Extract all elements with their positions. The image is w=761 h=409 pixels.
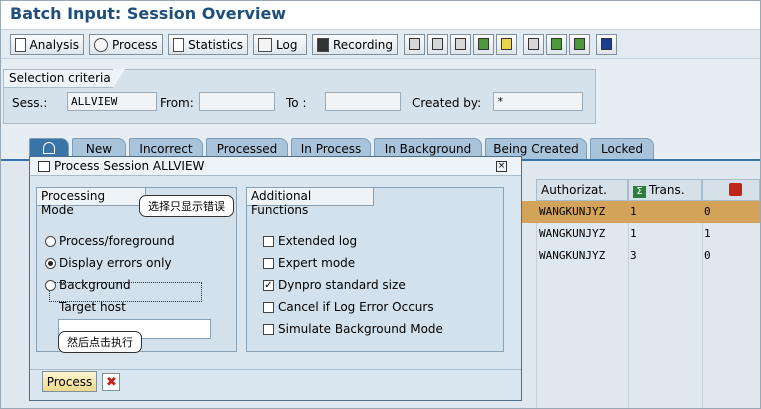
log-icon: [258, 37, 272, 52]
from-field[interactable]: [199, 92, 275, 111]
selection-criteria-header: Selection criteria: [3, 69, 125, 88]
table-row[interactable]: WANGKUNJYZ 3 0: [522, 245, 760, 267]
filter-icon: [501, 38, 512, 50]
import-button[interactable]: [569, 34, 590, 55]
error-icon: [729, 183, 742, 196]
checkbox-simulate-background[interactable]: Simulate Background Mode: [263, 322, 443, 336]
process-button-toolbar[interactable]: Process: [89, 34, 163, 55]
checkbox[interactable]: [263, 301, 274, 313]
checkbox-cancel-if-log-error[interactable]: Cancel if Log Error Occurs: [263, 300, 434, 314]
radio-process-foreground[interactable]: Process/foreground: [45, 234, 175, 248]
print-button[interactable]: [523, 34, 544, 55]
statistics-icon: [173, 37, 185, 52]
radio-button[interactable]: [45, 235, 56, 247]
analysis-button[interactable]: Analysis: [10, 34, 84, 55]
checkbox[interactable]: [263, 323, 274, 335]
from-label: From:: [160, 96, 194, 110]
application-toolbar: Analysis Process Statistics Log Recordin…: [1, 29, 760, 59]
unlock-icon: [455, 38, 466, 50]
radio-button[interactable]: [45, 257, 56, 269]
tab-locked[interactable]: Locked: [590, 138, 654, 160]
to-label: To :: [286, 96, 307, 110]
additional-functions-group: Additional Functions Extended log Expert…: [246, 187, 504, 352]
checkbox-dynpro-standard-size[interactable]: ✓ Dynpro standard size: [263, 278, 406, 292]
checkbox-expert-mode[interactable]: Expert mode: [263, 256, 355, 270]
col-authorizat[interactable]: Authorizat.: [536, 179, 628, 201]
sap-window: Batch Input: Session Overview Analysis P…: [0, 0, 761, 409]
created-by-field[interactable]: *: [493, 92, 583, 111]
dialog-title: Process Session ALLVIEW: [54, 159, 205, 173]
dialog-icon: [38, 161, 50, 172]
callout-click-process: 然后点击执行: [58, 331, 142, 353]
table-row[interactable]: WANGKUNJYZ 1 1: [522, 223, 760, 245]
cancel-icon: ✖: [106, 375, 117, 390]
checkbox-extended-log[interactable]: Extended log: [263, 234, 357, 248]
additional-functions-header: Additional Functions: [246, 187, 374, 217]
page-title: Batch Input: Session Overview: [10, 4, 287, 23]
statistics-button[interactable]: Statistics: [168, 34, 248, 55]
processing-mode-header: Processing Mode: [36, 187, 146, 217]
table-row[interactable]: WANGKUNJYZ 1 0: [522, 201, 760, 223]
lock-button[interactable]: [427, 34, 448, 55]
sess-label: Sess.:: [12, 96, 48, 110]
lock-icon: [432, 38, 443, 50]
info-button[interactable]: [596, 34, 617, 55]
flag-button[interactable]: [473, 34, 494, 55]
all-icon: [43, 142, 55, 154]
selection-criteria-panel: Selection criteria Sess.: ALLVIEW From: …: [3, 69, 596, 124]
import-icon: [574, 38, 585, 50]
created-by-label: Created by:: [412, 96, 482, 110]
recording-button[interactable]: Recording: [312, 34, 398, 55]
callout-select-errors: 选择只显示错误: [139, 195, 234, 217]
radio-display-errors-only[interactable]: Display errors only: [45, 256, 172, 270]
filter-button[interactable]: [496, 34, 517, 55]
target-host-label: Target host: [59, 300, 126, 314]
title-bar: Batch Input: Session Overview: [1, 1, 760, 29]
export-icon: [551, 38, 562, 50]
flag-icon: [478, 38, 489, 50]
dialog-title-bar: Process Session ALLVIEW ×: [30, 157, 521, 176]
radio-button[interactable]: [45, 279, 56, 291]
sum-icon: Σ: [633, 186, 646, 198]
col-trans[interactable]: Σ Trans.: [628, 179, 702, 201]
log-button[interactable]: Log: [253, 34, 307, 55]
radio-background[interactable]: Background: [45, 278, 131, 292]
analysis-icon: [15, 37, 26, 52]
unlock-button[interactable]: [450, 34, 471, 55]
cancel-button[interactable]: ✖: [102, 373, 120, 391]
info-icon: [601, 38, 612, 50]
process-button[interactable]: Process: [42, 371, 97, 392]
recording-icon: [317, 37, 329, 52]
close-icon[interactable]: ×: [496, 161, 507, 172]
delete-icon: [409, 38, 420, 50]
sess-field[interactable]: ALLVIEW: [67, 92, 157, 111]
export-button[interactable]: [546, 34, 567, 55]
to-field[interactable]: [325, 92, 401, 111]
checkbox[interactable]: [263, 235, 274, 247]
col-errors[interactable]: [702, 179, 760, 201]
print-icon: [528, 38, 539, 50]
delete-button[interactable]: [404, 34, 425, 55]
checkbox[interactable]: [263, 257, 274, 269]
checkbox-checked[interactable]: ✓: [263, 279, 274, 291]
process-session-dialog: Process Session ALLVIEW × Processing Mod…: [29, 156, 522, 401]
process-icon: [94, 37, 108, 52]
